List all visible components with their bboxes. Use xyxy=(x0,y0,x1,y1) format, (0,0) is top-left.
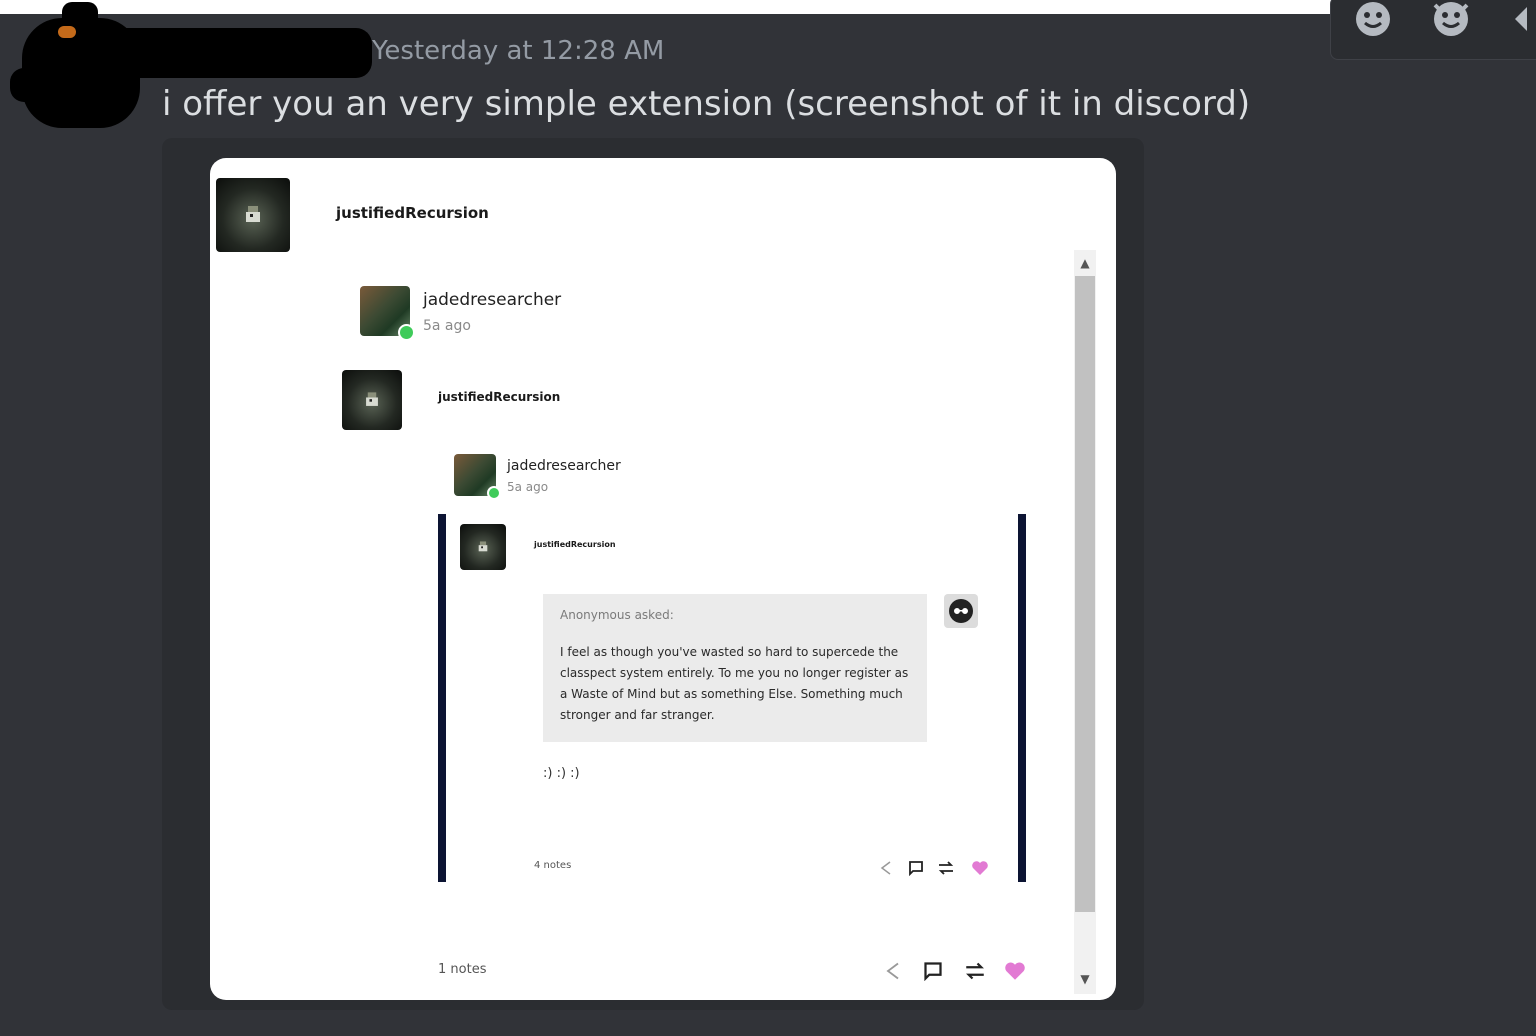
ask-question: I feel as though you've wasted so hard t… xyxy=(560,645,909,722)
post-username[interactable]: justifiedRecursion xyxy=(534,540,616,549)
like-icon[interactable] xyxy=(1002,958,1028,984)
reply-icon[interactable] xyxy=(920,958,946,984)
online-badge xyxy=(487,486,501,500)
like-icon[interactable] xyxy=(970,858,990,878)
reblog-thread-bar xyxy=(1018,514,1026,882)
scroll-down-arrow-icon[interactable]: ▼ xyxy=(1074,972,1096,986)
reblog-thread-bar xyxy=(438,514,446,882)
message-timestamp: Yesterday at 12:28 AM xyxy=(372,36,665,66)
reblog-username[interactable]: justifiedRecursion xyxy=(438,390,560,404)
attached-screenshot[interactable]: justifiedRecursion jadedresearcher 5a ag… xyxy=(210,158,1116,1000)
reblog-icon[interactable] xyxy=(962,958,988,984)
asker-label: Anonymous asked: xyxy=(560,608,674,622)
reblog-time: 5a ago xyxy=(507,480,549,494)
notes-count[interactable]: 1 notes xyxy=(438,962,486,977)
avatar xyxy=(460,524,506,570)
online-badge xyxy=(398,324,415,341)
top-strip xyxy=(0,0,1536,14)
add-reaction-icon[interactable] xyxy=(1351,0,1395,41)
share-icon[interactable] xyxy=(876,858,896,878)
scrollbar-thumb[interactable] xyxy=(1075,276,1095,912)
ask-box: Anonymous asked: I feel as though you've… xyxy=(543,594,927,742)
anonymous-avatar-icon xyxy=(944,594,978,628)
avatar xyxy=(216,178,290,252)
message-toolbar xyxy=(1330,0,1536,60)
avatar xyxy=(342,370,402,430)
reblog-username[interactable]: jadedresearcher xyxy=(507,458,621,474)
share-icon[interactable] xyxy=(880,958,906,984)
message-text: i offer you an very simple extension (sc… xyxy=(162,84,1251,124)
reply-icon[interactable] xyxy=(1507,0,1536,41)
post-username[interactable]: justifiedRecursion xyxy=(336,204,489,222)
add-super-reaction-icon[interactable] xyxy=(1429,0,1473,41)
redacted-username xyxy=(96,28,372,78)
notes-count[interactable]: 4 notes xyxy=(534,860,571,871)
reblog-icon[interactable] xyxy=(936,858,956,878)
reblog-time: 5a ago xyxy=(423,318,471,334)
scrollbar[interactable]: ▲ ▼ xyxy=(1074,250,1096,994)
reblog-username[interactable]: jadedresearcher xyxy=(423,290,561,310)
post-reply-text: :) :) :) xyxy=(543,766,580,781)
reply-icon[interactable] xyxy=(906,858,926,878)
scroll-up-arrow-icon[interactable]: ▲ xyxy=(1074,256,1096,270)
